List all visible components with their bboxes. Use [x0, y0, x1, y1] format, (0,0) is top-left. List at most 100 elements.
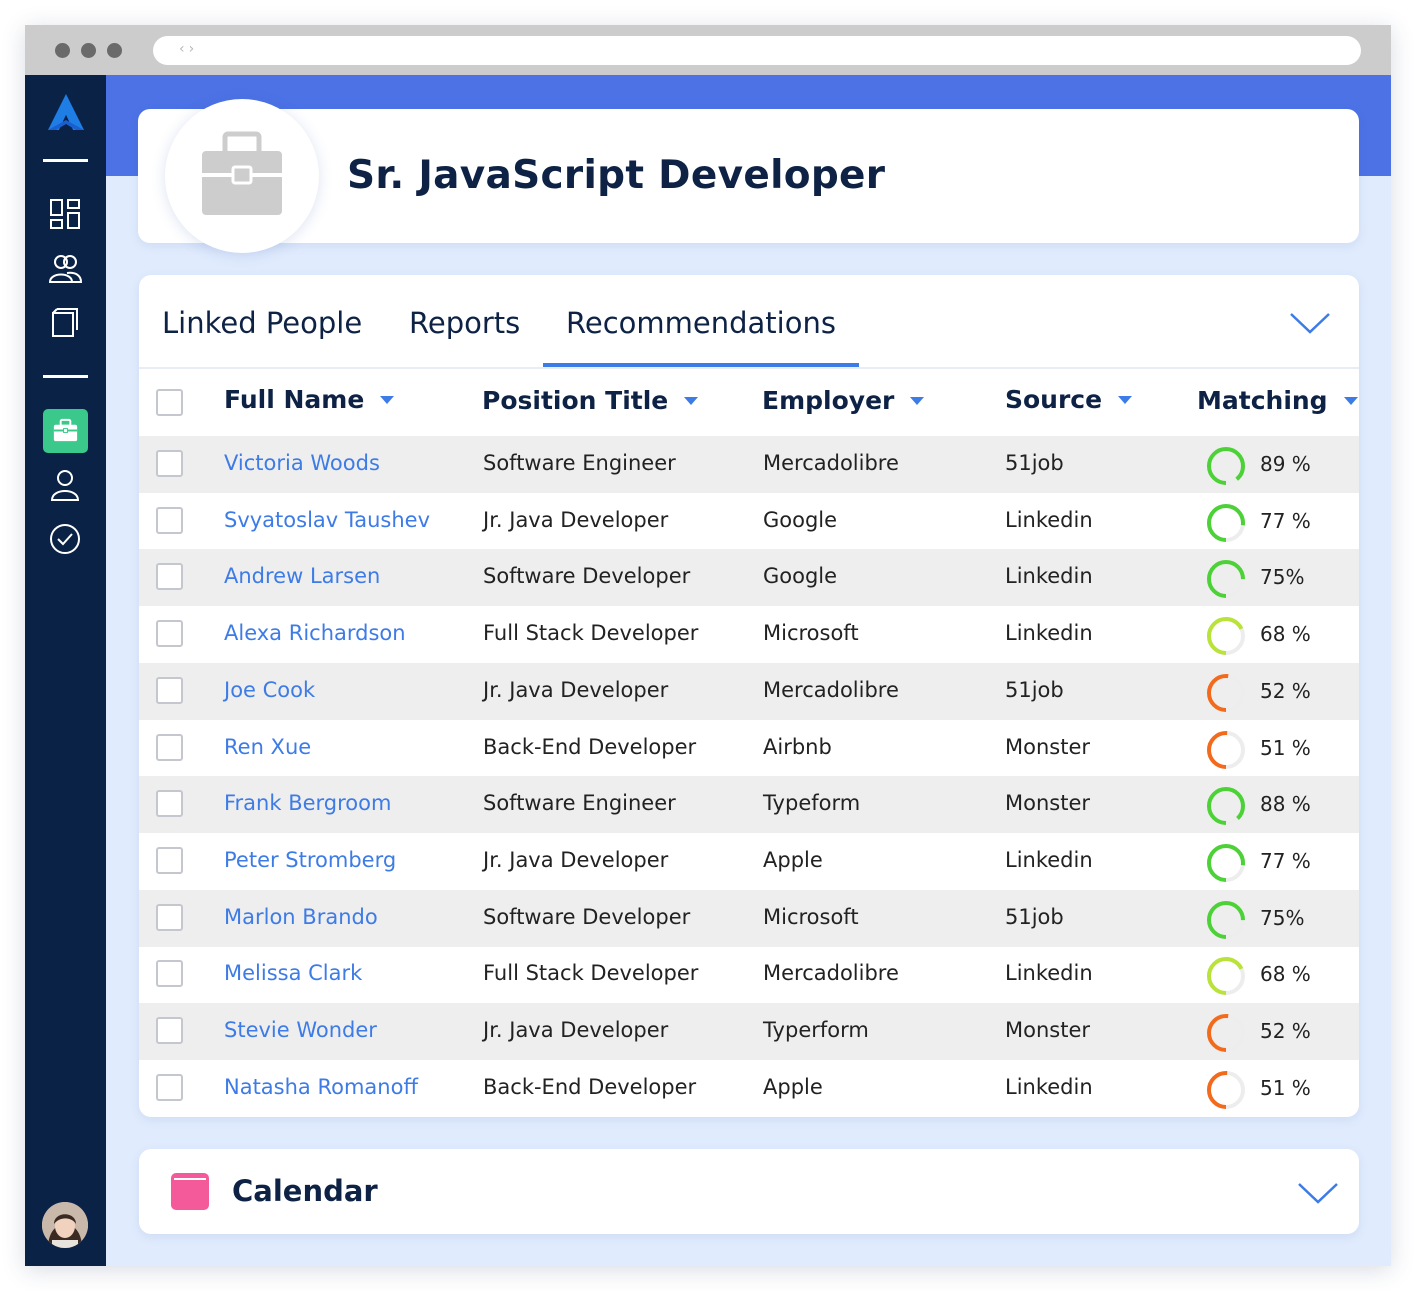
candidate-name-link[interactable]: Peter Stromberg: [224, 848, 396, 872]
sort-caret-icon: [380, 396, 395, 404]
table-row[interactable]: Stevie Wonder Jr. Java Developer Typerform…: [139, 1003, 1359, 1060]
column-header-label: Position Title: [482, 386, 669, 415]
employer-cell: Airbnb: [763, 734, 832, 759]
table-row[interactable]: Alexa Richardson Full Stack Developer Micr…: [139, 606, 1359, 663]
candidate-name-link[interactable]: Melissa Clark: [224, 961, 362, 985]
row-checkbox[interactable]: [156, 563, 183, 591]
logo-icon[interactable]: [46, 93, 86, 131]
row-checkbox[interactable]: [156, 676, 183, 704]
position-title-cell: Jr. Java Developer: [483, 847, 669, 872]
source-cell: Linkedin: [1005, 1074, 1093, 1099]
address-bar[interactable]: ‹›: [153, 36, 1361, 65]
table-row[interactable]: Marlon Brando Software Developer Microsoft…: [139, 889, 1359, 947]
match-ring-icon: [1207, 1014, 1245, 1052]
row-checkbox[interactable]: [156, 1017, 183, 1044]
chevron-down-icon[interactable]: [1297, 1181, 1339, 1205]
candidates-card: Linked People Reports Recommendations Fu…: [139, 275, 1359, 1117]
column-header-source[interactable]: Source: [1005, 385, 1133, 414]
chevron-down-icon[interactable]: [1289, 311, 1331, 335]
avatar[interactable]: [42, 1202, 88, 1248]
back-forward-icon[interactable]: ‹›: [179, 41, 198, 57]
candidate-name-link[interactable]: Alexa Richardson: [224, 621, 406, 645]
match-percent: 88 %: [1260, 792, 1311, 817]
table-row[interactable]: Ren Xue Back-End Developer Airbnb Monster 51…: [139, 720, 1359, 777]
position-title-cell: Back-End Developer: [483, 1074, 697, 1099]
match-ring-icon: [1207, 730, 1245, 769]
candidate-name-link[interactable]: Andrew Larsen: [224, 564, 380, 588]
candidate-name-link[interactable]: Natasha Romanoff: [224, 1075, 418, 1099]
position-title-cell: Software Engineer: [483, 791, 676, 816]
briefcase-icon: [202, 131, 282, 215]
briefcase-icon: [53, 418, 78, 442]
table-row[interactable]: Victoria Woods Software Engineer Mercadoli…: [139, 436, 1359, 493]
candidate-name-link[interactable]: Frank Bergroom: [224, 791, 391, 815]
match-ring-icon: [1207, 560, 1245, 599]
table-row[interactable]: Joe Cook Jr. Java Developer Mercadolibre 51…: [139, 662, 1359, 720]
row-checkbox[interactable]: [156, 620, 183, 648]
match-ring-icon: [1207, 447, 1245, 485]
table-row[interactable]: Andrew Larsen Software Developer Google Lin…: [139, 549, 1359, 607]
column-header-matching[interactable]: Matching: [1197, 386, 1358, 415]
row-checkbox[interactable]: [156, 450, 183, 477]
tab-reports[interactable]: Reports: [409, 306, 520, 340]
job-avatar: [165, 99, 319, 253]
column-header-label: Employer: [762, 386, 895, 415]
documents-icon[interactable]: [47, 304, 83, 340]
window-close-dot[interactable]: [55, 43, 70, 58]
sidebar-divider: [43, 159, 88, 162]
table-row[interactable]: Frank Bergroom Software Engineer Typeform M…: [139, 776, 1359, 834]
employer-cell: Apple: [763, 847, 823, 872]
row-checkbox[interactable]: [156, 733, 183, 761]
table-row[interactable]: Melissa Clark Full Stack Developer Mercado…: [139, 946, 1359, 1003]
people-icon[interactable]: [47, 250, 83, 286]
match-ring-icon: [1207, 900, 1245, 939]
sidebar-divider: [43, 375, 88, 378]
table-row[interactable]: Peter Stromberg Jr. Java Developer Apple Li…: [139, 833, 1359, 890]
candidate-name-link[interactable]: Marlon Brando: [224, 905, 378, 929]
column-header-position-title[interactable]: Position Title: [482, 386, 699, 415]
sort-caret-icon: [910, 397, 925, 405]
check-circle-icon[interactable]: [47, 521, 83, 557]
row-checkbox[interactable]: [156, 846, 183, 874]
match-percent: 68 %: [1260, 962, 1311, 987]
source-cell: Monster: [1005, 791, 1091, 816]
position-title-cell: Software Engineer: [483, 451, 676, 475]
source-cell: Linkedin: [1005, 847, 1093, 872]
employer-cell: Microsoft: [763, 904, 859, 929]
tab-recommendations[interactable]: Recommendations: [566, 306, 836, 340]
sidebar-item-jobs[interactable]: [43, 409, 88, 453]
candidate-name-link[interactable]: Stevie Wonder: [224, 1018, 377, 1042]
table-row[interactable]: Natasha Romanoff Back-End Developer Apple L…: [139, 1060, 1359, 1117]
window-minimize-dot[interactable]: [81, 43, 96, 58]
row-checkbox[interactable]: [156, 1073, 183, 1101]
row-checkbox[interactable]: [156, 960, 183, 988]
window-zoom-dot[interactable]: [107, 43, 122, 58]
match-ring-icon: [1207, 503, 1245, 542]
user-icon[interactable]: [47, 467, 83, 503]
match-percent: 52 %: [1260, 678, 1311, 703]
employer-cell: Google: [763, 507, 838, 532]
candidate-name-link[interactable]: Joe Cook: [224, 678, 315, 702]
row-checkbox[interactable]: [156, 506, 183, 534]
calendar-card[interactable]: Calendar: [139, 1149, 1359, 1234]
sort-caret-icon: [1118, 396, 1133, 404]
tab-linked-people[interactable]: Linked People: [162, 306, 362, 340]
dashboard-icon[interactable]: [47, 196, 83, 232]
column-header-employer[interactable]: Employer: [762, 386, 925, 415]
employer-cell: Apple: [763, 1074, 823, 1099]
candidate-name-link[interactable]: Victoria Woods: [224, 451, 380, 475]
row-checkbox[interactable]: [156, 790, 183, 818]
position-title-cell: Software Developer: [483, 564, 691, 589]
select-all-checkbox[interactable]: [156, 389, 183, 416]
row-checkbox[interactable]: [156, 903, 183, 931]
column-header-full-name[interactable]: Full Name: [224, 385, 395, 414]
calendar-title: Calendar: [232, 1174, 378, 1208]
match-percent: 52 %: [1260, 1019, 1311, 1043]
employer-cell: Mercadolibre: [763, 677, 899, 702]
match-ring-icon: [1207, 787, 1245, 826]
candidate-name-link[interactable]: Ren Xue: [224, 735, 311, 759]
match-ring-icon: [1207, 957, 1245, 996]
match-percent: 89 %: [1260, 452, 1311, 476]
table-row[interactable]: Svyatoslav Taushev Jr. Java Developer Goog…: [139, 493, 1359, 550]
candidate-name-link[interactable]: Svyatoslav Taushev: [224, 508, 430, 532]
